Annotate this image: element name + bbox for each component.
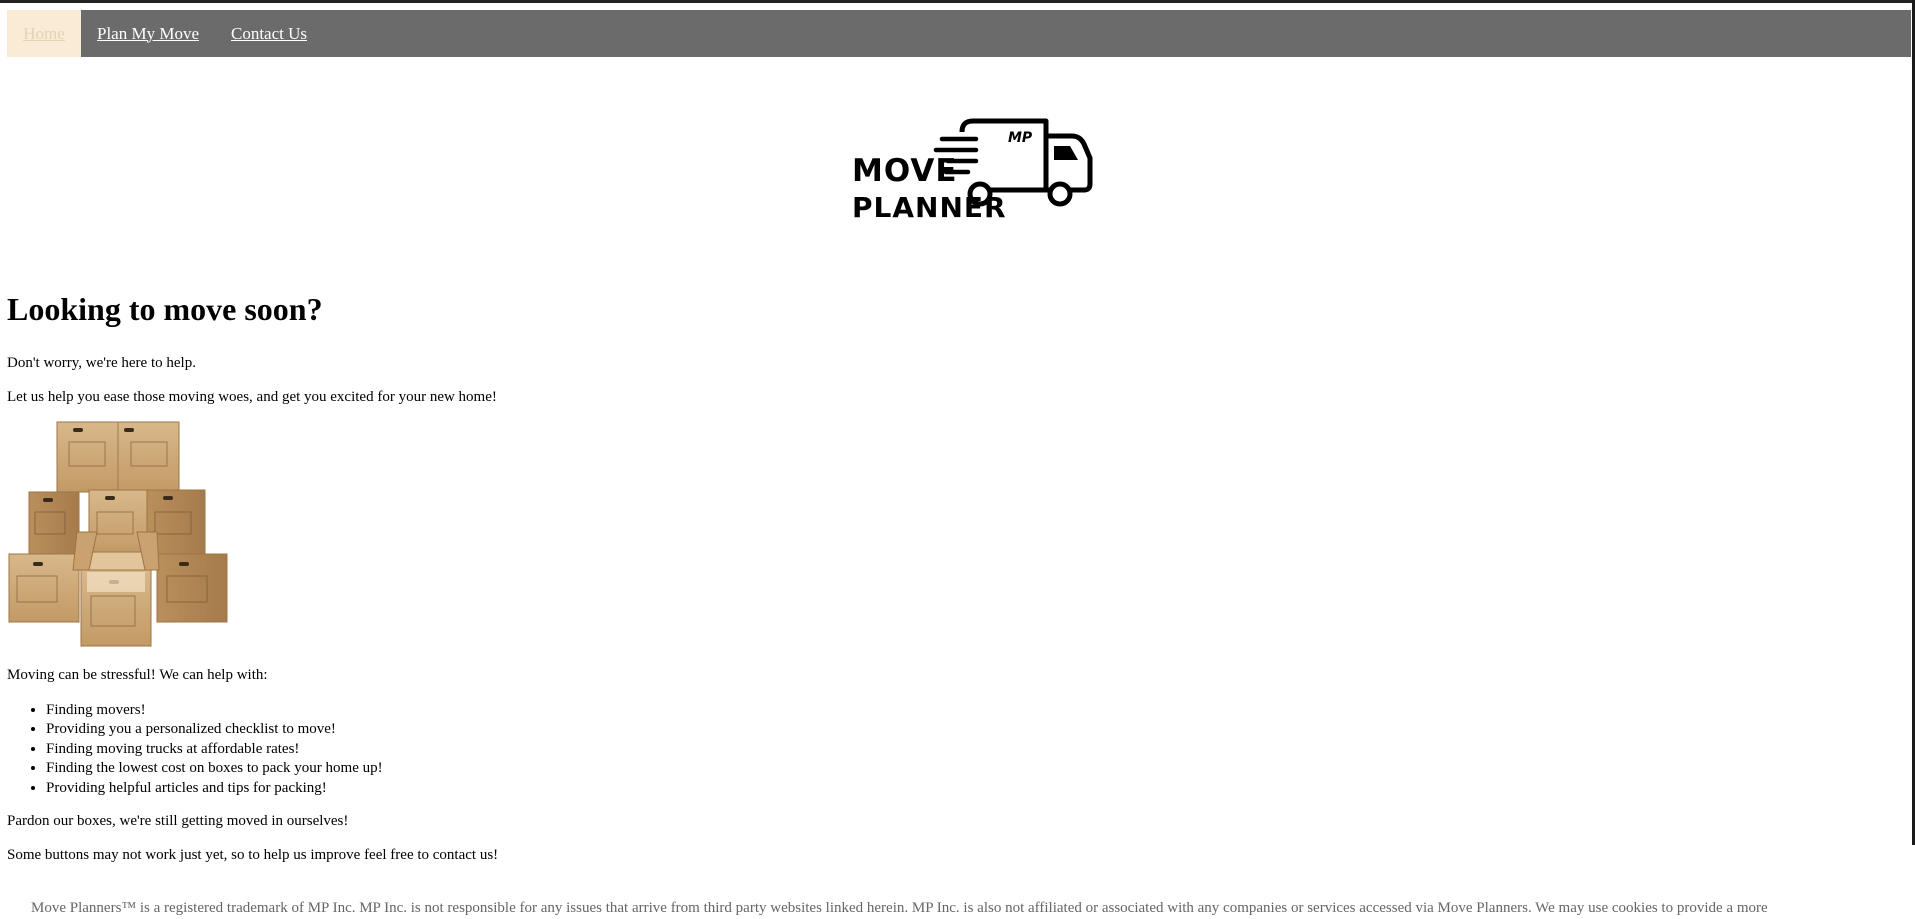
list-item: Providing helpful articles and tips for … (46, 779, 383, 798)
logo-line1-text: Move (852, 153, 958, 189)
logo-line2-text: Planner (852, 191, 1007, 224)
logo-line-planner: Planner (852, 194, 1007, 222)
top-navbar: Home Plan My Move Contact Us (7, 10, 1911, 57)
list-item: Finding moving trucks at affordable rate… (46, 740, 383, 759)
note-text-1: Pardon our boxes, we're still getting mo… (7, 813, 349, 829)
list-item: Finding movers! (46, 701, 383, 720)
page-heading: Looking to move soon? (7, 291, 323, 327)
nav-plan-my-move-link[interactable]: Plan My Move (81, 10, 215, 57)
moving-boxes-illustration (8, 421, 228, 647)
logo-badge-text: MP (1008, 130, 1033, 146)
note-text-2: Some buttons may not work just yet, so t… (7, 847, 499, 863)
nav-home-link[interactable]: Home (7, 10, 81, 57)
moving-boxes-image (7, 420, 229, 648)
logo-line-move: Move (852, 156, 958, 187)
help-list: Finding movers! Providing you a personal… (7, 701, 383, 798)
list-item: Providing you a personalized checklist t… (46, 720, 383, 739)
list-item: Finding the lowest cost on boxes to pack… (46, 759, 383, 778)
intro-text-1: Don't worry, we're here to help. (7, 355, 196, 371)
window-top-border (0, 0, 1915, 3)
help-intro-text: Moving can be stressful! We can help wit… (7, 667, 268, 683)
move-planner-logo: MP Move Planner (850, 112, 1095, 227)
nav-contact-us-link[interactable]: Contact Us (215, 10, 323, 57)
footer-disclaimer: Move Planners™ is a registered trademark… (31, 900, 1768, 916)
intro-text-2: Let us help you ease those moving woes, … (7, 389, 497, 405)
